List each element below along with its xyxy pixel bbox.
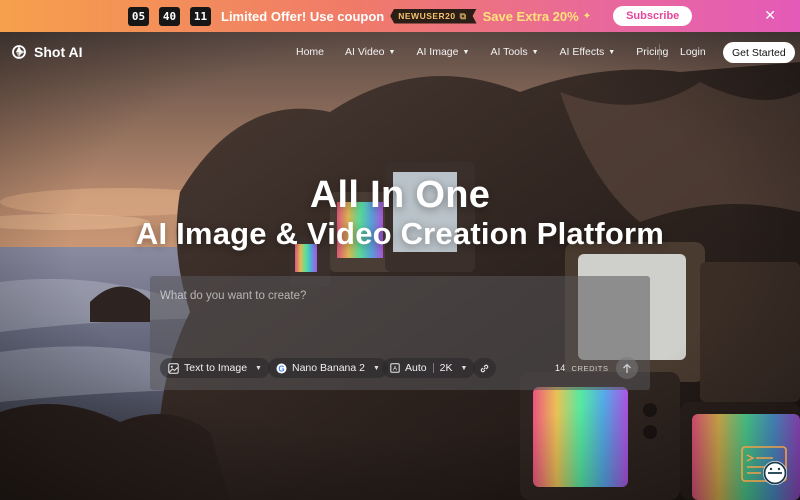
coupon-badge[interactable]: NEWUSER20 ⧉ bbox=[390, 9, 476, 24]
prompt-input[interactable] bbox=[160, 286, 640, 306]
brand-icon bbox=[12, 45, 26, 59]
chat-support-icon bbox=[741, 446, 787, 485]
nav-ai-tools-label: AI Tools bbox=[490, 46, 528, 58]
nav-ai-tools[interactable]: AI Tools ▼ bbox=[490, 46, 538, 58]
chevron-down-icon: ▼ bbox=[255, 364, 262, 372]
image-icon bbox=[168, 362, 179, 374]
chevron-down-icon: ▼ bbox=[388, 48, 396, 56]
arrow-up-icon bbox=[623, 363, 631, 373]
hero-background bbox=[0, 32, 800, 500]
send-button[interactable] bbox=[616, 357, 638, 379]
subscribe-button[interactable]: Subscribe bbox=[613, 6, 693, 26]
chevron-down-icon: ▼ bbox=[460, 364, 468, 372]
nav-ai-image[interactable]: AI Image ▼ bbox=[416, 46, 469, 58]
hero-background-image bbox=[0, 32, 800, 500]
close-icon[interactable]: ✕ bbox=[764, 8, 776, 22]
link-button[interactable] bbox=[473, 358, 496, 378]
nav-ai-effects-label: AI Effects bbox=[559, 46, 605, 58]
aspect-ratio-icon: A bbox=[390, 363, 400, 373]
nav-pricing[interactable]: Pricing bbox=[636, 46, 668, 58]
chevron-down-icon: ▼ bbox=[531, 48, 539, 56]
chevron-down-icon: ▼ bbox=[462, 48, 470, 56]
hero-title: All In One bbox=[309, 174, 491, 216]
login-link[interactable]: Login bbox=[680, 46, 706, 58]
chevron-down-icon: ▼ bbox=[608, 48, 616, 56]
aspect-resolution-selector[interactable]: A Auto 2K ▼ bbox=[382, 358, 476, 378]
countdown-timer: 05 40 11 bbox=[128, 6, 221, 26]
model-label: Nano Banana 2 bbox=[292, 362, 365, 374]
model-selector[interactable]: G Nano Banana 2 ▼ bbox=[268, 358, 388, 378]
nav-divider bbox=[659, 44, 660, 60]
prompt-panel: Text to Image ▼ G Nano Banana 2 ▼ A Auto… bbox=[150, 276, 650, 390]
link-icon bbox=[480, 364, 489, 372]
timer-seconds: 11 bbox=[190, 6, 211, 26]
chevron-down-icon: ▼ bbox=[372, 364, 380, 372]
nav-ai-effects[interactable]: AI Effects ▼ bbox=[560, 46, 616, 58]
copy-icon[interactable]: ⧉ bbox=[460, 11, 467, 22]
save-text: Save Extra 20% bbox=[482, 8, 579, 24]
hero-subtitle: AI Image & Video Creation Platform bbox=[135, 216, 665, 251]
nav-ai-image-label: AI Image bbox=[416, 46, 459, 58]
nav-ai-video-label: AI Video bbox=[345, 46, 385, 58]
brand-logo[interactable]: Shot AI bbox=[11, 44, 82, 60]
nav-pricing-label: Pricing bbox=[636, 46, 669, 58]
main-menu: Home AI Video ▼ AI Image ▼ AI Tools ▼ AI… bbox=[296, 32, 689, 72]
timer-hours: 05 bbox=[128, 6, 149, 26]
support-widget[interactable] bbox=[741, 446, 791, 490]
nav-home[interactable]: Home bbox=[296, 46, 324, 58]
aspect-label: Auto bbox=[405, 362, 427, 374]
credits-value: 14 bbox=[555, 363, 566, 373]
nav-home-label: Home bbox=[296, 46, 325, 58]
timer-minutes: 40 bbox=[159, 6, 180, 26]
mode-label: Text to Image bbox=[184, 362, 248, 374]
offer-text: Limited Offer! Use coupon bbox=[221, 8, 385, 24]
mode-selector[interactable]: Text to Image ▼ bbox=[160, 358, 270, 378]
promo-banner: 05 40 11 Limited Offer! Use coupon NEWUS… bbox=[0, 0, 800, 32]
credits-display: 14 CREDITS bbox=[555, 363, 609, 373]
svg-text:A: A bbox=[393, 366, 397, 372]
chip-separator bbox=[432, 363, 434, 373]
svg-text:G: G bbox=[278, 364, 284, 373]
nav-ai-video[interactable]: AI Video ▼ bbox=[345, 46, 395, 58]
google-icon: G bbox=[276, 363, 287, 373]
credits-label: CREDITS bbox=[571, 364, 609, 373]
top-nav: Shot AI Home AI Video ▼ AI Image ▼ AI To… bbox=[0, 32, 800, 72]
resolution-label: 2K bbox=[439, 362, 453, 374]
brand-name: Shot AI bbox=[34, 44, 83, 60]
get-started-button[interactable]: Get Started bbox=[723, 42, 795, 63]
sparkle-icon: ✦ bbox=[582, 10, 592, 22]
coupon-code: NEWUSER20 bbox=[398, 11, 456, 21]
